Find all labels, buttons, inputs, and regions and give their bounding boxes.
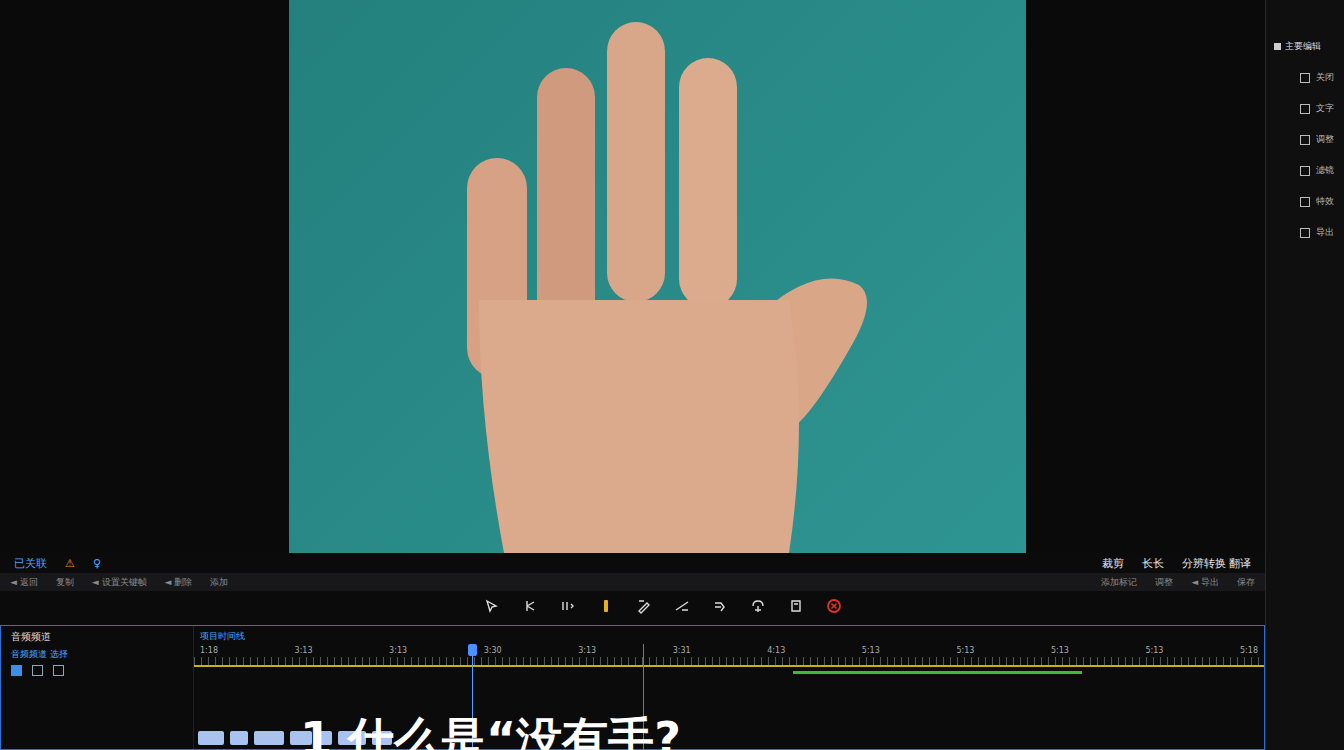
panel-title: 音频频道 (11, 630, 183, 644)
sub-bar-item[interactable]: 保存 (1237, 576, 1255, 589)
razor-icon[interactable] (522, 598, 538, 614)
sidebar-item[interactable]: 滤镜 (1274, 164, 1340, 177)
info-label[interactable]: 裁剪 (1102, 556, 1124, 571)
preview-margin (0, 0, 289, 553)
track-mute-icon[interactable] (53, 665, 64, 676)
sub-bar-item[interactable]: ◄ 导出 (1191, 576, 1219, 589)
work-range[interactable] (793, 671, 1082, 674)
ruler-tick: 1:18 (200, 646, 218, 655)
hand-photo-icon (289, 0, 1026, 553)
tool-bar (0, 591, 1265, 621)
preview-row (0, 0, 1265, 553)
video-editor: 已关联 ⚠ ♀ 裁剪 长长 分辨转换 翻译 ◄ 返回 复制 ◄ 设置关键帧 ◄ 删除 添加 添加标记 调… (0, 0, 1344, 750)
info-label[interactable]: ♀ (93, 557, 101, 570)
ruler-tick: 3:31 (673, 646, 691, 655)
sub-bar-item[interactable]: ◄ 删除 (165, 576, 193, 589)
info-label[interactable]: 长长 (1142, 556, 1164, 571)
tool-icon (1300, 228, 1310, 238)
sidebar-item[interactable]: 调整 (1274, 133, 1340, 146)
preview-margin (1026, 0, 1265, 553)
hand-icon[interactable] (712, 598, 728, 614)
track-label[interactable]: 音频频道 选择 (11, 648, 183, 661)
slip-icon[interactable] (674, 598, 690, 614)
info-label[interactable]: 分辨转换 翻译 (1182, 556, 1252, 571)
caption-overlay: 1 什么是“没有手? (300, 712, 681, 750)
ruler-tick: 5:18 (1240, 646, 1258, 655)
ruler-tick: 5:13 (956, 646, 974, 655)
track-header: 音频频道音频频道 选择 (1, 626, 194, 749)
tool-icon (1300, 166, 1310, 176)
clip[interactable] (198, 731, 224, 745)
tool-icon (1300, 104, 1310, 114)
tool-icon (1300, 197, 1310, 207)
sub-bar-item[interactable]: 添加 (210, 576, 228, 589)
ruler-tick: 3:30 (484, 646, 502, 655)
sub-bar-item[interactable]: 添加标记 (1101, 576, 1137, 589)
delete-icon[interactable] (826, 598, 842, 614)
tool-icon (1300, 73, 1310, 83)
track-lock-icon[interactable] (32, 665, 43, 676)
ruler-tick: 5:13 (1051, 646, 1069, 655)
ripple-icon[interactable] (560, 598, 576, 614)
sub-bar: ◄ 返回 复制 ◄ 设置关键帧 ◄ 删除 添加 添加标记 调整 ◄ 导出 保存 (0, 573, 1265, 591)
ruler-tick: 3:13 (389, 646, 407, 655)
time-ruler[interactable]: 1:18 3:13 3:13 3:30 3:13 3:31 4:13 5:13 5:13 5:13… (194, 646, 1264, 674)
sub-bar-item[interactable]: 复制 (56, 576, 74, 589)
ruler-tick: 3:13 (295, 646, 313, 655)
clip[interactable] (254, 731, 284, 745)
main-area: 已关联 ⚠ ♀ 裁剪 长长 分辨转换 翻译 ◄ 返回 复制 ◄ 设置关键帧 ◄ 删除 添加 添加标记 调… (0, 0, 1265, 750)
ruler-tick: 5:13 (862, 646, 880, 655)
sub-bar-item[interactable]: ◄ 设置关键帧 (92, 576, 147, 589)
track-toggle-icon[interactable] (11, 665, 22, 676)
ruler-tick: 5:13 (1145, 646, 1163, 655)
right-sidebar: 主要编辑关闭文字调整滤镜特效导出 (1265, 0, 1344, 750)
tool-icon (1300, 135, 1310, 145)
text-icon[interactable] (788, 598, 804, 614)
zoom-icon[interactable] (750, 598, 766, 614)
ruler-tick: 4:13 (767, 646, 785, 655)
info-label[interactable]: 已关联 (14, 556, 47, 571)
pen-icon[interactable] (636, 598, 652, 614)
sub-bar-item[interactable]: 调整 (1155, 576, 1173, 589)
sidebar-title[interactable]: 主要编辑 (1274, 40, 1340, 53)
timeline-tab[interactable]: 项目时间线 (200, 630, 245, 643)
sub-bar-item[interactable]: ◄ 返回 (10, 576, 38, 589)
sidebar-item[interactable]: 关闭 (1274, 71, 1340, 84)
select-icon[interactable] (484, 598, 500, 614)
info-label[interactable]: ⚠ (65, 557, 75, 570)
preview-frame (289, 0, 1026, 553)
marker-icon[interactable] (598, 598, 614, 614)
sidebar-item[interactable]: 导出 (1274, 226, 1340, 239)
sidebar-item[interactable]: 特效 (1274, 195, 1340, 208)
clip[interactable] (230, 731, 248, 745)
info-bar: 已关联 ⚠ ♀ 裁剪 长长 分辨转换 翻译 (0, 553, 1265, 573)
sidebar-item[interactable]: 文字 (1274, 102, 1340, 115)
ruler-tick: 3:13 (578, 646, 596, 655)
